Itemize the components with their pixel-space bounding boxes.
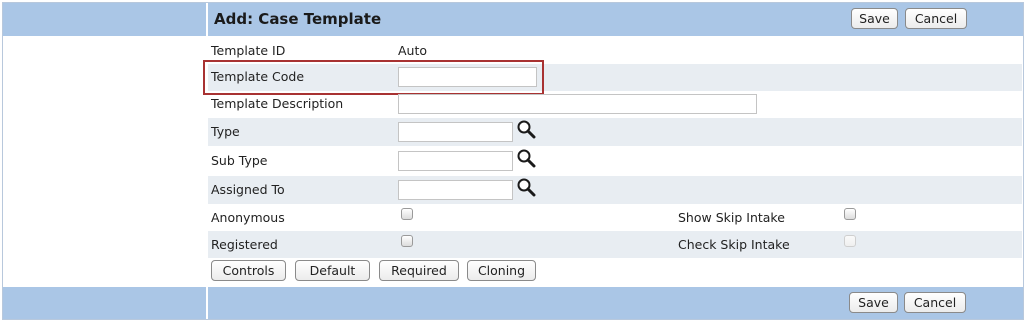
template-id-value: Auto (398, 43, 428, 58)
type-label: Type (211, 124, 240, 139)
footer-save-button[interactable]: Save (849, 292, 898, 313)
assigned-to-input[interactable] (398, 180, 513, 200)
footer-divider (206, 287, 208, 319)
check-skip-intake-label: Check Skip Intake (678, 237, 790, 252)
registered-checkbox[interactable] (401, 235, 413, 247)
anonymous-label: Anonymous (211, 210, 285, 225)
template-code-highlight (203, 60, 544, 95)
assigned-to-label: Assigned To (211, 182, 285, 197)
sub-type-magnifier-icon[interactable] (516, 148, 536, 168)
required-button[interactable]: Required (379, 260, 459, 281)
sub-type-input[interactable] (398, 151, 513, 171)
assigned-to-magnifier-icon[interactable] (516, 177, 536, 197)
cloning-button[interactable]: Cloning (467, 260, 536, 281)
type-input[interactable] (398, 122, 513, 142)
template-description-label: Template Description (211, 96, 344, 111)
template-id-label: Template ID (211, 43, 286, 58)
type-magnifier-icon[interactable] (516, 119, 536, 139)
check-skip-intake-checkbox (844, 235, 856, 247)
default-button[interactable]: Default (295, 260, 370, 281)
template-description-input[interactable] (398, 94, 757, 114)
anonymous-checkbox[interactable] (401, 208, 413, 220)
page-title: Add: Case Template (214, 10, 382, 28)
header-divider (206, 3, 208, 36)
row-type (208, 118, 1022, 146)
registered-label: Registered (211, 237, 278, 252)
save-button[interactable]: Save (851, 8, 898, 29)
footer-cancel-button[interactable]: Cancel (904, 292, 966, 313)
controls-button[interactable]: Controls (211, 260, 286, 281)
row-registered (208, 231, 1022, 258)
row-assigned-to (208, 176, 1022, 204)
show-skip-intake-checkbox[interactable] (844, 208, 856, 220)
show-skip-intake-label: Show Skip Intake (678, 210, 785, 225)
sub-type-label: Sub Type (211, 153, 268, 168)
cancel-button[interactable]: Cancel (905, 8, 967, 29)
